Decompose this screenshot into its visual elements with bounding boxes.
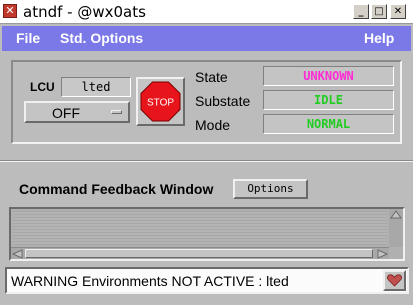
mode-value: NORMAL <box>263 114 394 134</box>
lcu-mode-value: OFF <box>52 105 80 121</box>
status-bar: WARNING Environments NOT ACTIVE : lted <box>5 267 409 294</box>
window-title: atndf - @wx0ats <box>23 3 146 21</box>
substate-label: Substate <box>195 93 251 109</box>
close-button[interactable]: ✕ <box>390 4 406 19</box>
vertical-scrollbar[interactable] <box>389 209 403 247</box>
command-feedback-title: Command Feedback Window <box>19 181 214 197</box>
horizontal-scrollbar[interactable] <box>11 247 389 259</box>
title-bar[interactable]: ✕ atndf - @wx0ats _ □ ✕ <box>0 0 413 24</box>
feedback-options-button[interactable]: Options <box>233 179 308 199</box>
maximize-button[interactable]: □ <box>371 4 387 19</box>
lcu-mode-select[interactable]: OFF <box>24 101 130 123</box>
menu-file[interactable]: File <box>16 30 40 47</box>
state-label: State <box>195 69 228 85</box>
minimize-button[interactable]: _ <box>353 4 369 19</box>
command-feedback-window <box>9 207 405 261</box>
scroll-left-arrow-icon[interactable] <box>12 249 24 259</box>
lcu-label: LCU <box>30 80 55 94</box>
heart-icon <box>387 274 402 287</box>
stop-sign-icon: STOP <box>140 81 181 122</box>
state-value: UNKNOWN <box>263 66 394 86</box>
stop-button[interactable]: STOP <box>136 77 185 126</box>
stop-label: STOP <box>147 98 174 109</box>
scroll-right-arrow-icon[interactable] <box>376 249 388 259</box>
feedback-text-area[interactable] <box>13 211 387 245</box>
menu-std-options[interactable]: Std. Options <box>60 30 143 47</box>
x-window-icon[interactable]: ✕ <box>3 4 17 18</box>
menu-help[interactable]: Help <box>364 30 394 47</box>
section-divider <box>0 160 413 162</box>
status-message: WARNING Environments NOT ACTIVE : lted <box>11 273 289 289</box>
menu-bar: File Std. Options Help <box>2 26 411 51</box>
lcu-name-field: lted <box>61 77 131 97</box>
scroll-up-arrow-icon[interactable] <box>390 210 402 220</box>
mode-label: Mode <box>195 117 231 133</box>
substate-value: IDLE <box>263 90 394 110</box>
horizontal-scroll-thumb[interactable] <box>25 249 373 258</box>
heartbeat-button[interactable] <box>383 270 406 291</box>
option-menu-indicator-icon <box>111 110 122 114</box>
